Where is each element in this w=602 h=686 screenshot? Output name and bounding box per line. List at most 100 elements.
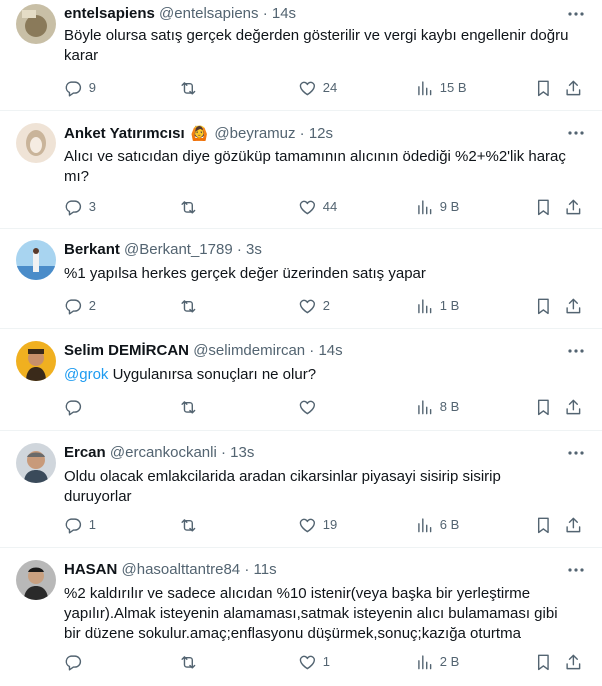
reply-count: 1	[88, 517, 96, 532]
analytics-icon	[418, 400, 432, 414]
grok-mention-link[interactable]: @grok	[64, 366, 108, 383]
share-icon	[566, 517, 581, 532]
reply-tweet[interactable]: Selim DEMİRCAN @selimdemircan · 14s @gro…	[0, 329, 602, 431]
separator-dot: ·	[262, 5, 268, 22]
like-button[interactable]: 19	[298, 515, 337, 535]
retweet-button[interactable]	[179, 397, 204, 417]
timestamp[interactable]: 11s	[254, 561, 277, 578]
bookmark-button[interactable]	[534, 197, 553, 217]
bookmark-button[interactable]	[534, 515, 553, 535]
views-button[interactable]: 9 B	[415, 197, 459, 217]
heart-icon	[299, 200, 316, 214]
reply-tweet[interactable]: Ercan @ercankockanli · 13s Oldu olacak e…	[0, 431, 602, 548]
user-handle[interactable]: @Berkant_1789	[124, 241, 233, 258]
timestamp[interactable]: 14s	[272, 5, 296, 22]
bookmark-icon	[537, 80, 549, 96]
views-button[interactable]: 1 B	[415, 296, 459, 316]
reply-tweet[interactable]: Berkant @Berkant_1789 · 3s %1 yapılsa he…	[0, 229, 602, 329]
reply-tweet[interactable]: Anket Yatırımcısı 🙆 @beyramuz · 12s Alıc…	[0, 111, 602, 229]
avatar[interactable]	[16, 240, 56, 280]
display-name[interactable]: Ercan	[64, 444, 106, 461]
retweet-button[interactable]	[179, 515, 204, 535]
action-bar: 9 24 15 B	[64, 78, 586, 98]
like-button[interactable]: 44	[298, 197, 337, 217]
retweet-button[interactable]	[179, 296, 204, 316]
analytics-icon	[418, 81, 432, 95]
display-name[interactable]: HASAN	[64, 561, 117, 578]
retweet-icon	[181, 655, 196, 669]
reply-icon	[65, 200, 82, 216]
share-button[interactable]	[564, 78, 583, 98]
timestamp[interactable]: 13s	[230, 444, 254, 461]
retweet-icon	[181, 400, 196, 414]
timestamp[interactable]: 12s	[309, 125, 333, 142]
views-button[interactable]: 6 B	[415, 515, 459, 535]
heart-icon	[299, 518, 316, 532]
tweet-text-line: yapılır).Almak isteyenin alamaması,satma…	[64, 605, 558, 622]
retweet-button[interactable]	[179, 197, 204, 217]
display-name[interactable]: Anket Yatırımcısı	[64, 125, 185, 142]
user-handle[interactable]: @selimdemircan	[193, 342, 305, 359]
tweet-header: Selim DEMİRCAN @selimdemircan · 14s	[64, 341, 343, 361]
reply-button[interactable]	[64, 652, 89, 672]
user-handle[interactable]: @beyramuz	[214, 125, 295, 142]
views-button[interactable]: 15 B	[415, 78, 467, 98]
user-handle[interactable]: @entelsapiens	[159, 5, 258, 22]
share-button[interactable]	[564, 515, 583, 535]
more-options-icon[interactable]	[566, 443, 586, 463]
name-emoji: 🙆	[190, 125, 209, 141]
user-handle[interactable]: @hasoalttantre84	[122, 561, 241, 578]
reply-tweet[interactable]: HASAN @hasoalttantre84 · 11s %2 kaldırıl…	[0, 548, 602, 686]
like-button[interactable]	[298, 397, 323, 417]
bookmark-button[interactable]	[534, 397, 553, 417]
analytics-icon	[418, 655, 432, 669]
avatar[interactable]	[16, 4, 56, 44]
tweet-text: %1 yapılsa herkes gerçek değer üzerinden…	[64, 264, 426, 284]
share-icon	[566, 199, 581, 214]
tweet-text-line: mı?	[64, 168, 90, 185]
more-options-icon[interactable]	[566, 123, 586, 143]
reply-button[interactable]: 3	[64, 197, 96, 217]
reply-button[interactable]: 1	[64, 515, 96, 535]
like-button[interactable]: 24	[298, 78, 337, 98]
share-icon	[566, 399, 581, 414]
display-name[interactable]: entelsapiens	[64, 5, 155, 22]
tweet-text-line: Böyle olursa satış gerçek değerden göste…	[64, 27, 569, 44]
display-name[interactable]: Berkant	[64, 241, 120, 258]
reply-button[interactable]: 9	[64, 78, 96, 98]
avatar[interactable]	[16, 560, 56, 600]
like-count: 1	[322, 654, 330, 669]
reply-button[interactable]	[64, 397, 89, 417]
views-button[interactable]: 2 B	[415, 652, 459, 672]
tweet-text: @grok Uygulanırsa sonuçları ne olur?	[64, 365, 316, 385]
more-options-icon[interactable]	[566, 4, 586, 24]
reply-tweet[interactable]: entelsapiens @entelsapiens · 14s Böyle o…	[0, 0, 602, 111]
timestamp[interactable]: 3s	[246, 241, 262, 258]
retweet-button[interactable]	[179, 652, 204, 672]
more-options-icon[interactable]	[566, 341, 586, 361]
share-button[interactable]	[564, 197, 583, 217]
view-count: 8 B	[439, 399, 460, 414]
like-button[interactable]: 1	[298, 652, 330, 672]
user-handle[interactable]: @ercankockanli	[110, 444, 217, 461]
more-options-icon[interactable]	[566, 560, 586, 580]
reply-button[interactable]: 2	[64, 296, 96, 316]
avatar[interactable]	[16, 123, 56, 163]
timestamp[interactable]: 14s	[318, 342, 342, 359]
avatar[interactable]	[16, 443, 56, 483]
bookmark-icon	[537, 298, 549, 314]
retweet-button[interactable]	[179, 78, 204, 98]
like-button[interactable]: 2	[298, 296, 330, 316]
display-name[interactable]: Selim DEMİRCAN	[64, 342, 189, 359]
bookmark-button[interactable]	[534, 652, 553, 672]
views-button[interactable]: 8 B	[415, 397, 459, 417]
reply-count: 2	[88, 298, 96, 313]
share-button[interactable]	[564, 296, 583, 316]
share-button[interactable]	[564, 652, 583, 672]
like-count: 24	[322, 80, 338, 95]
bookmark-button[interactable]	[534, 78, 553, 98]
avatar[interactable]	[16, 341, 56, 381]
share-button[interactable]	[564, 397, 583, 417]
bookmark-button[interactable]	[534, 296, 553, 316]
like-count: 2	[322, 298, 330, 313]
